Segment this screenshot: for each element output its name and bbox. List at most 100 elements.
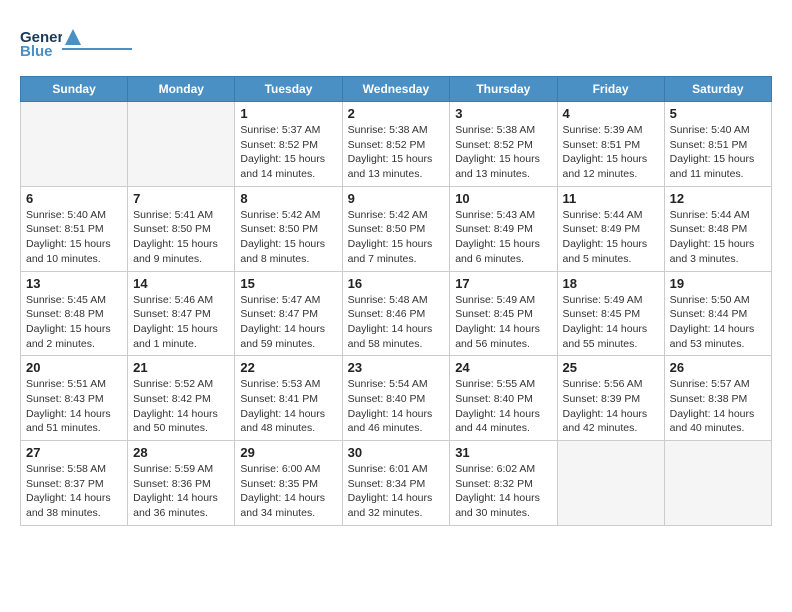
cell-text: Sunrise: 5:57 AM	[670, 377, 766, 392]
day-number: 22	[240, 360, 336, 375]
day-number: 29	[240, 445, 336, 460]
day-number: 28	[133, 445, 229, 460]
cell-text: Sunset: 8:45 PM	[455, 307, 551, 322]
cell-text: Sunset: 8:48 PM	[26, 307, 122, 322]
cell-text: Daylight: 15 hours	[26, 322, 122, 337]
cell-text: Daylight: 14 hours	[563, 322, 659, 337]
cell-text: Sunrise: 5:41 AM	[133, 208, 229, 223]
cell-text: Sunrise: 5:47 AM	[240, 293, 336, 308]
calendar-cell: 21Sunrise: 5:52 AMSunset: 8:42 PMDayligh…	[128, 356, 235, 441]
cell-text: and 6 minutes.	[455, 252, 551, 267]
day-number: 10	[455, 191, 551, 206]
cell-text: and 2 minutes.	[26, 337, 122, 352]
cell-text: Daylight: 14 hours	[240, 407, 336, 422]
day-number: 25	[563, 360, 659, 375]
cell-text: Sunset: 8:46 PM	[348, 307, 445, 322]
page: General Blue SundayMon	[0, 0, 792, 612]
cell-text: Sunrise: 5:40 AM	[670, 123, 766, 138]
cell-text: Sunrise: 5:58 AM	[26, 462, 122, 477]
cell-text: Sunset: 8:35 PM	[240, 477, 336, 492]
cell-text: Sunset: 8:43 PM	[26, 392, 122, 407]
cell-text: Daylight: 15 hours	[455, 237, 551, 252]
cell-text: Sunset: 8:52 PM	[348, 138, 445, 153]
cell-text: and 32 minutes.	[348, 506, 445, 521]
cell-text: and 34 minutes.	[240, 506, 336, 521]
calendar-cell: 9Sunrise: 5:42 AMSunset: 8:50 PMDaylight…	[342, 186, 450, 271]
cell-text: and 50 minutes.	[133, 421, 229, 436]
day-number: 27	[26, 445, 122, 460]
calendar-cell: 19Sunrise: 5:50 AMSunset: 8:44 PMDayligh…	[664, 271, 771, 356]
calendar-day-header: Monday	[128, 77, 235, 102]
calendar-cell	[557, 441, 664, 526]
calendar-day-header: Wednesday	[342, 77, 450, 102]
calendar-week-row: 6Sunrise: 5:40 AMSunset: 8:51 PMDaylight…	[21, 186, 772, 271]
cell-text: and 46 minutes.	[348, 421, 445, 436]
cell-text: Sunrise: 5:42 AM	[348, 208, 445, 223]
cell-text: Sunset: 8:50 PM	[348, 222, 445, 237]
cell-text: and 8 minutes.	[240, 252, 336, 267]
cell-text: Sunset: 8:51 PM	[26, 222, 122, 237]
calendar-cell: 10Sunrise: 5:43 AMSunset: 8:49 PMDayligh…	[450, 186, 557, 271]
cell-text: and 58 minutes.	[348, 337, 445, 352]
cell-text: and 9 minutes.	[133, 252, 229, 267]
cell-text: Daylight: 15 hours	[670, 152, 766, 167]
calendar-cell: 4Sunrise: 5:39 AMSunset: 8:51 PMDaylight…	[557, 102, 664, 187]
cell-text: and 59 minutes.	[240, 337, 336, 352]
calendar-cell: 31Sunrise: 6:02 AMSunset: 8:32 PMDayligh…	[450, 441, 557, 526]
cell-text: Sunrise: 5:49 AM	[563, 293, 659, 308]
day-number: 24	[455, 360, 551, 375]
calendar-day-header: Tuesday	[235, 77, 342, 102]
cell-text: Daylight: 14 hours	[348, 491, 445, 506]
day-number: 7	[133, 191, 229, 206]
calendar-header-row: SundayMondayTuesdayWednesdayThursdayFrid…	[21, 77, 772, 102]
calendar-week-row: 27Sunrise: 5:58 AMSunset: 8:37 PMDayligh…	[21, 441, 772, 526]
cell-text: and 40 minutes.	[670, 421, 766, 436]
cell-text: and 14 minutes.	[240, 167, 336, 182]
calendar-day-header: Thursday	[450, 77, 557, 102]
cell-text: and 5 minutes.	[563, 252, 659, 267]
calendar-cell: 11Sunrise: 5:44 AMSunset: 8:49 PMDayligh…	[557, 186, 664, 271]
day-number: 4	[563, 106, 659, 121]
cell-text: Daylight: 14 hours	[348, 322, 445, 337]
cell-text: Sunrise: 6:01 AM	[348, 462, 445, 477]
cell-text: Sunset: 8:50 PM	[240, 222, 336, 237]
day-number: 3	[455, 106, 551, 121]
cell-text: Sunset: 8:47 PM	[240, 307, 336, 322]
day-number: 15	[240, 276, 336, 291]
cell-text: Sunrise: 5:56 AM	[563, 377, 659, 392]
cell-text: Sunset: 8:51 PM	[563, 138, 659, 153]
cell-text: Sunrise: 5:43 AM	[455, 208, 551, 223]
cell-text: Sunrise: 5:38 AM	[455, 123, 551, 138]
day-number: 31	[455, 445, 551, 460]
calendar-cell: 17Sunrise: 5:49 AMSunset: 8:45 PMDayligh…	[450, 271, 557, 356]
cell-text: and 38 minutes.	[26, 506, 122, 521]
calendar-cell	[21, 102, 128, 187]
cell-text: and 12 minutes.	[563, 167, 659, 182]
cell-text: Daylight: 14 hours	[455, 491, 551, 506]
calendar-cell: 28Sunrise: 5:59 AMSunset: 8:36 PMDayligh…	[128, 441, 235, 526]
day-number: 21	[133, 360, 229, 375]
cell-text: Daylight: 14 hours	[133, 407, 229, 422]
calendar-cell: 29Sunrise: 6:00 AMSunset: 8:35 PMDayligh…	[235, 441, 342, 526]
day-number: 20	[26, 360, 122, 375]
calendar-cell: 7Sunrise: 5:41 AMSunset: 8:50 PMDaylight…	[128, 186, 235, 271]
header: General Blue	[20, 20, 772, 62]
day-number: 30	[348, 445, 445, 460]
cell-text: and 1 minute.	[133, 337, 229, 352]
calendar-day-header: Sunday	[21, 77, 128, 102]
cell-text: Sunrise: 5:37 AM	[240, 123, 336, 138]
calendar-cell: 26Sunrise: 5:57 AMSunset: 8:38 PMDayligh…	[664, 356, 771, 441]
calendar-cell: 25Sunrise: 5:56 AMSunset: 8:39 PMDayligh…	[557, 356, 664, 441]
cell-text: and 3 minutes.	[670, 252, 766, 267]
cell-text: and 55 minutes.	[563, 337, 659, 352]
cell-text: Daylight: 15 hours	[670, 237, 766, 252]
cell-text: and 30 minutes.	[455, 506, 551, 521]
cell-text: Sunset: 8:39 PM	[563, 392, 659, 407]
calendar-cell: 22Sunrise: 5:53 AMSunset: 8:41 PMDayligh…	[235, 356, 342, 441]
calendar-cell: 13Sunrise: 5:45 AMSunset: 8:48 PMDayligh…	[21, 271, 128, 356]
calendar-day-header: Friday	[557, 77, 664, 102]
cell-text: and 13 minutes.	[348, 167, 445, 182]
day-number: 16	[348, 276, 445, 291]
calendar-cell: 15Sunrise: 5:47 AMSunset: 8:47 PMDayligh…	[235, 271, 342, 356]
day-number: 6	[26, 191, 122, 206]
